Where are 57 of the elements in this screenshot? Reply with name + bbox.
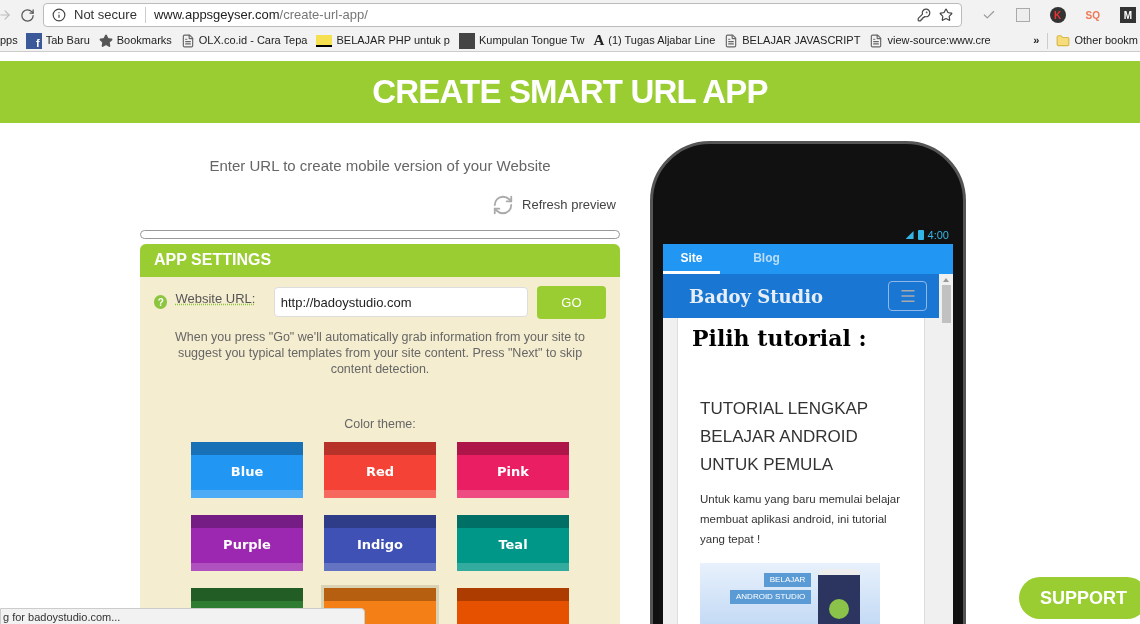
url-host: www.appsgeyser.com	[153, 6, 280, 25]
color-theme-option[interactable]: Indigo	[324, 514, 436, 571]
bookmark-item[interactable]: OLX.co.id - Cara Tepa	[180, 32, 308, 49]
thumbnail-icon	[459, 32, 475, 49]
star-icon[interactable]	[938, 8, 953, 22]
page-icon	[180, 33, 195, 48]
bookmark-item[interactable]: BELAJAR JAVASCRIPT	[724, 32, 861, 49]
letter-icon: A	[593, 33, 605, 48]
url-path: /create-url-app/	[279, 6, 368, 25]
info-icon	[52, 8, 66, 22]
bookmark-item[interactable]: A (1) Tugas Aljabar Line	[593, 32, 716, 49]
reload-icon[interactable]	[20, 7, 35, 23]
checkbox-icon[interactable]	[1015, 8, 1030, 22]
color-theme-option[interactable]: Teal	[457, 514, 569, 571]
bookmark-item[interactable]: BELAJAR PHP untuk p	[316, 32, 450, 49]
hint-text: When you press "Go" we'll automatically grab information from your site to suggest you typical templates from your site content. Press "Next" to skip content detection.	[173, 328, 586, 377]
phone-illustration-icon	[818, 569, 860, 624]
other-bookmarks-item[interactable]: Other bookm	[1056, 32, 1138, 49]
website-url-field[interactable]: http://badoystudio.com	[273, 287, 528, 318]
bookmark-item[interactable]: pps	[0, 32, 18, 49]
illustration-label: ANDROID STUDIO	[730, 590, 812, 604]
page-icon	[869, 33, 884, 48]
refresh-icon[interactable]	[492, 193, 515, 216]
battery-icon	[917, 230, 924, 240]
intro-text: Enter URL to create mobile version of your Website	[208, 156, 552, 176]
page-icon	[724, 33, 739, 48]
menu-icon	[898, 287, 917, 305]
illustration-label: BELAJAR	[763, 573, 812, 587]
security-label: Not secure	[74, 6, 137, 25]
color-theme-option[interactable]: Red	[324, 441, 436, 498]
clock-text: 4:00	[927, 227, 949, 243]
bookmark-item[interactable]: Kumpulan Tongue Tw	[459, 32, 585, 49]
signal-icon	[905, 231, 914, 239]
settings-header: APP SETTINGS	[140, 243, 620, 277]
banner-title: CREATE SMART URL APP	[372, 72, 768, 113]
color-theme-option[interactable]: Purple	[191, 514, 303, 571]
scrollbar[interactable]	[939, 274, 953, 624]
color-theme-option[interactable]: Pink	[457, 441, 569, 498]
check-icon[interactable]	[981, 8, 996, 22]
refresh-preview-link[interactable]: Refresh preview	[522, 194, 616, 215]
folder-icon	[1056, 33, 1071, 48]
facebook-icon: f	[25, 32, 42, 49]
star-icon	[98, 33, 113, 48]
more-bookmarks-button[interactable]: »	[1033, 32, 1040, 49]
site-header: Badoy Studio	[663, 274, 939, 318]
website-url-label: Website URL:	[175, 289, 257, 308]
php-icon	[316, 34, 333, 47]
bookmark-item[interactable]: Bookmarks	[98, 32, 172, 49]
extension-button[interactable]: M	[1120, 7, 1136, 23]
bookmark-item[interactable]: f Tab Baru	[25, 32, 90, 49]
color-theme-label: Color theme:	[343, 415, 417, 433]
content-card: Pilih tutorial : TUTORIAL LENGKAP BELAJAR ANDROID UNTUK PEMULA Untuk kamu yang baru memulai belajar membuat aplikasi android, ini tutorial yang tepat ! BELAJAR ANDROID STUDIO	[677, 318, 925, 624]
status-url-tooltip: g for badoystudio.com...	[0, 608, 365, 624]
key-icon[interactable]	[916, 8, 931, 22]
bookmark-item[interactable]: view-source:www.cre	[869, 32, 991, 49]
address-bar[interactable]: Not secure www.appsgeyser.com/create-url-app/	[43, 3, 962, 27]
menu-button[interactable]	[888, 281, 927, 311]
